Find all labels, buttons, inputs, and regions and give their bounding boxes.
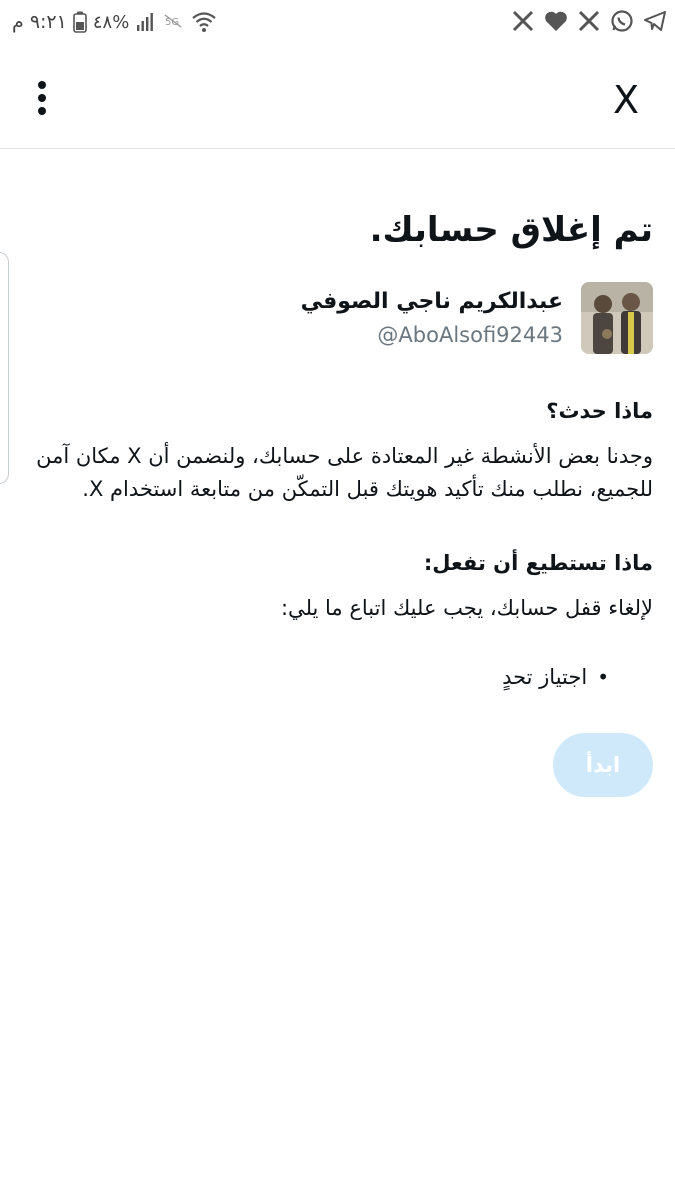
heart-icon xyxy=(544,10,568,32)
close-button[interactable]: X xyxy=(603,76,649,124)
main-content: تم إغلاق حسابك. عبدالكريم ناجي الصوفي @A… xyxy=(22,150,653,797)
display-name: عبدالكريم ناجي الصوفي xyxy=(300,289,563,314)
profile-names: عبدالكريم ناجي الصوفي @AboAlsofi92443 xyxy=(301,287,563,349)
status-bar-left: ٩:٢١ م ٤٨% 5G xyxy=(12,8,217,36)
status-bar-right xyxy=(511,6,667,36)
avatar xyxy=(581,282,653,354)
battery-icon xyxy=(73,11,87,33)
telegram-icon xyxy=(643,9,667,33)
edge-panel-handle[interactable] xyxy=(0,252,9,484)
more-options-button[interactable] xyxy=(22,78,62,122)
page-title: تم إغلاق حسابك. xyxy=(369,210,653,250)
signal-icon xyxy=(135,11,157,33)
wifi-icon xyxy=(191,10,217,34)
start-button[interactable]: ابدأ xyxy=(553,733,653,797)
svg-text:5G: 5G xyxy=(165,17,179,28)
x-logo-icon xyxy=(511,9,535,33)
wifi-off-icon: 5G xyxy=(163,12,185,32)
battery-percent: ٤٨% xyxy=(92,11,130,33)
account-profile: عبدالكريم ناجي الصوفي @AboAlsofi92443 xyxy=(22,282,653,354)
what-happened-body: وجدنا بعض الأنشطة غير المعتادة على حسابك… xyxy=(36,444,653,501)
steps-list: • اجتياز تحدٍ xyxy=(22,661,653,693)
status-bar: ٩:٢١ م ٤٨% 5G xyxy=(0,0,675,44)
bullet-icon: • xyxy=(597,665,609,689)
what-you-can-do-body: لإلغاء قفل حسابك، يجب عليك اتباع ما يلي: xyxy=(280,596,653,620)
status-time: ٩:٢١ م xyxy=(12,11,67,33)
top-app-bar: X xyxy=(0,60,675,149)
x-logo-icon xyxy=(577,9,601,33)
what-you-can-do-heading: ماذا تستطيع أن تفعل: xyxy=(423,551,653,575)
whatsapp-icon xyxy=(610,9,634,33)
more-vertical-icon xyxy=(36,80,48,120)
what-happened-heading: ماذا حدث؟ xyxy=(546,399,653,423)
list-item: • اجتياز تحدٍ xyxy=(22,661,609,693)
close-icon: X xyxy=(612,78,640,122)
step-label: اجتياز تحدٍ xyxy=(502,665,588,689)
user-handle: @AboAlsofi92443 xyxy=(377,323,563,347)
